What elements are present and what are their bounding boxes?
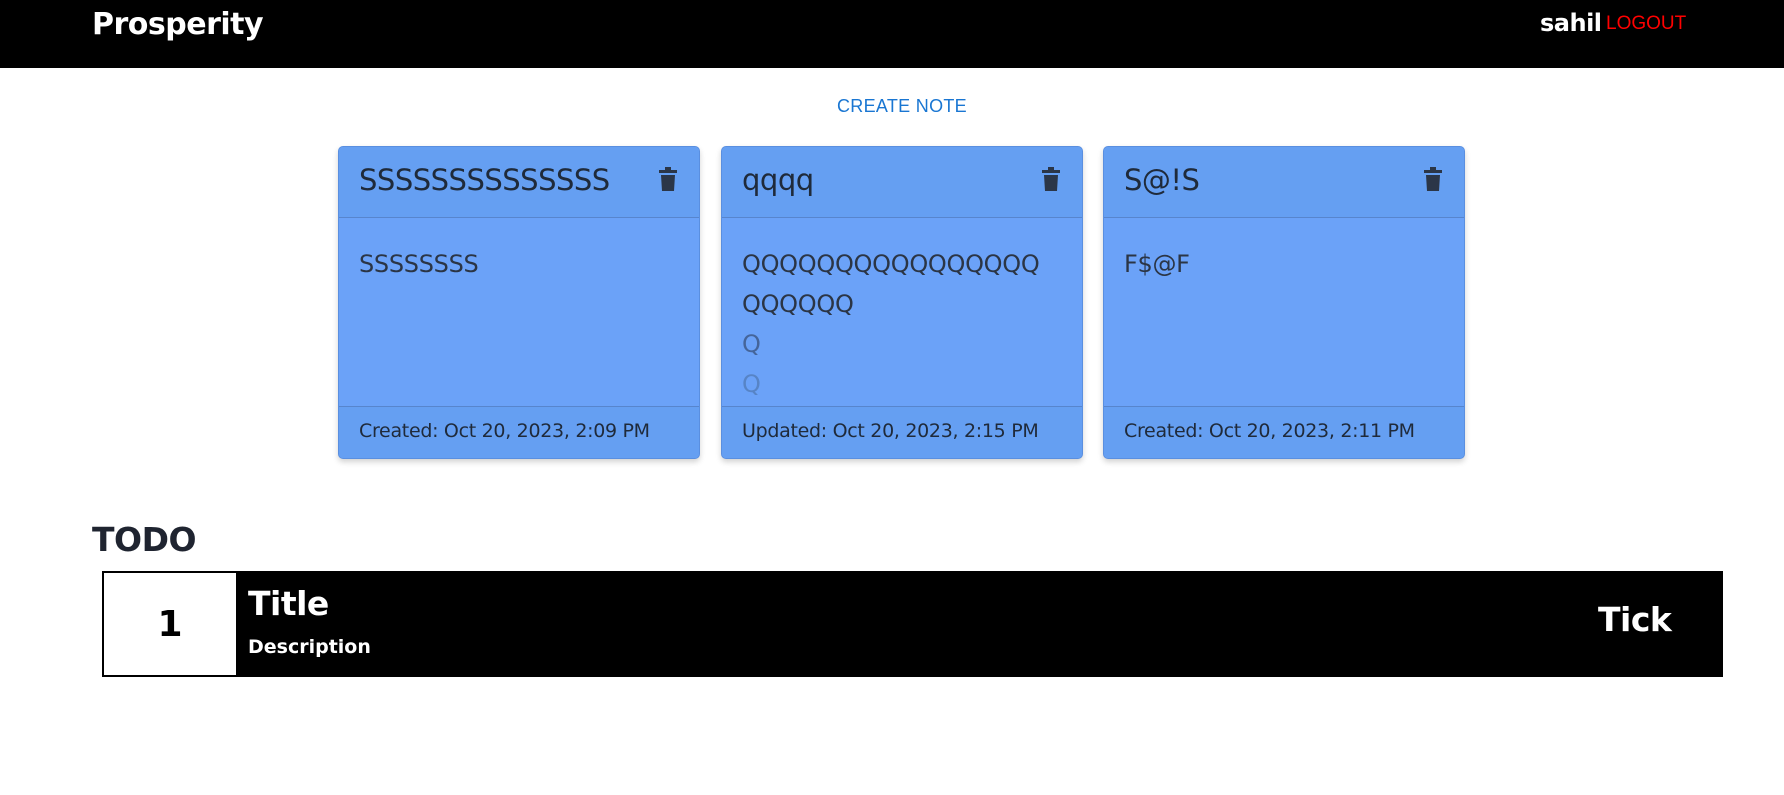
note-card: qqqq QQQQQQQQQQQQQQQQ QQQQQQ Q Q Updated… xyxy=(721,146,1083,459)
note-footer: Created: Oct 20, 2023, 2:09 PM xyxy=(339,406,699,458)
note-timestamp: Created: Oct 20, 2023, 2:09 PM xyxy=(359,420,650,442)
note-card-header: S@!S xyxy=(1104,147,1464,218)
todo-item: 1 Title Description Tick xyxy=(102,571,1723,677)
todo-heading: TODO xyxy=(92,520,197,559)
note-body-line: F$@F xyxy=(1124,250,1190,278)
note-title: S@!S xyxy=(1124,163,1200,197)
trash-icon[interactable] xyxy=(659,167,677,191)
trash-icon[interactable] xyxy=(1424,167,1442,191)
note-body: F$@F xyxy=(1124,244,1450,284)
note-body-line: Q xyxy=(742,330,761,358)
logout-button[interactable]: LOGOUT xyxy=(1606,13,1686,35)
tick-button[interactable]: Tick xyxy=(1598,600,1672,639)
todo-description: Description xyxy=(248,636,371,658)
todo-title: Title xyxy=(248,584,329,623)
brand-title[interactable]: Prosperity xyxy=(92,7,264,42)
note-body: SSSSSSSS xyxy=(359,244,685,284)
note-card: SSSSSSSSSSSSSS SSSSSSSS Created: Oct 20,… xyxy=(338,146,700,459)
note-title: SSSSSSSSSSSSSS xyxy=(359,163,610,197)
note-card: S@!S F$@F Created: Oct 20, 2023, 2:11 PM xyxy=(1103,146,1465,459)
todo-number: 1 xyxy=(104,573,236,675)
note-card-header: SSSSSSSSSSSSSS xyxy=(339,147,699,218)
note-body-line: QQQQQQ xyxy=(742,290,854,318)
note-timestamp: Updated: Oct 20, 2023, 2:15 PM xyxy=(742,420,1039,442)
username-label: sahil xyxy=(1540,9,1602,37)
create-note-button[interactable]: CREATE NOTE xyxy=(0,96,1784,117)
note-footer: Created: Oct 20, 2023, 2:11 PM xyxy=(1104,406,1464,458)
note-body-line: SSSSSSSS xyxy=(359,250,479,278)
note-body-line: Q xyxy=(742,370,761,398)
note-timestamp: Created: Oct 20, 2023, 2:11 PM xyxy=(1124,420,1415,442)
navbar: Prosperity sahil LOGOUT xyxy=(0,0,1784,68)
note-title: qqqq xyxy=(742,163,814,197)
note-body-line: QQQQQQQQQQQQQQQQ xyxy=(742,250,1040,278)
note-card-header: qqqq xyxy=(722,147,1082,218)
note-body: QQQQQQQQQQQQQQQQ QQQQQQ Q Q xyxy=(742,244,1068,404)
note-footer: Updated: Oct 20, 2023, 2:15 PM xyxy=(722,406,1082,458)
trash-icon[interactable] xyxy=(1042,167,1060,191)
